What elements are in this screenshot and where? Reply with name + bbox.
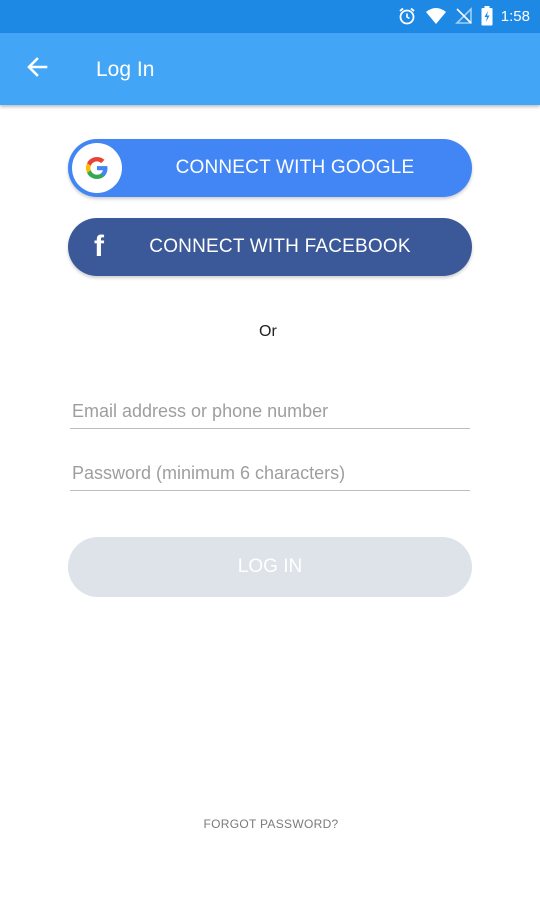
connect-google-button[interactable]: CONNECT WITH GOOGLE: [68, 139, 472, 197]
status-bar: 1:58: [0, 0, 540, 33]
no-sim-icon: [454, 7, 473, 25]
status-icons: 1:58: [397, 5, 530, 27]
email-field[interactable]: [70, 395, 470, 429]
page-title: Log In: [96, 58, 155, 81]
arrow-back-icon: [26, 56, 48, 83]
app-bar: Log In: [0, 33, 540, 105]
wifi-icon: [425, 7, 447, 25]
log-in-button[interactable]: LOG IN: [68, 537, 472, 597]
battery-charging-icon: [481, 6, 493, 26]
forgot-password-link[interactable]: FORGOT PASSWORD?: [194, 817, 348, 831]
or-divider-text: Or: [259, 323, 277, 340]
status-time: 1:58: [500, 7, 530, 25]
google-button-label: CONNECT WITH GOOGLE: [175, 157, 415, 178]
alarm-icon: [397, 6, 417, 26]
password-field[interactable]: [70, 457, 470, 491]
connect-facebook-button[interactable]: f CONNECT WITH FACEBOOK: [68, 218, 472, 276]
facebook-button-label: CONNECT WITH FACEBOOK: [149, 236, 411, 257]
back-button[interactable]: [22, 55, 52, 83]
